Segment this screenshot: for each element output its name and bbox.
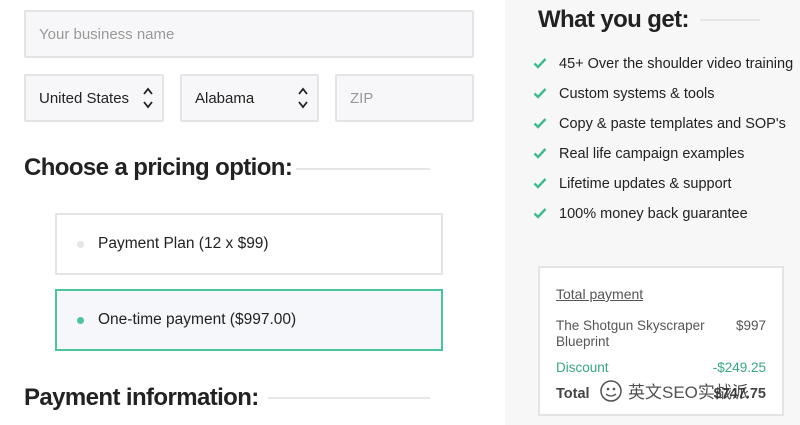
chevron-up-down-icon xyxy=(298,87,308,109)
check-icon xyxy=(533,58,547,69)
zip-input[interactable]: ZIP xyxy=(335,74,474,122)
summary-product-row: The Shotgun Skyscraper Blueprint $997 xyxy=(556,318,766,350)
benefit-item: Copy & paste templates and SOP's xyxy=(533,116,798,133)
business-name-placeholder: Your business name xyxy=(39,25,175,43)
benefit-text: Real life campaign examples xyxy=(559,146,745,162)
heading-divider xyxy=(700,19,760,21)
benefit-item: 45+ Over the shoulder video training xyxy=(533,56,798,73)
watermark: 英文SEO实战派 xyxy=(600,378,749,403)
summary-discount-row: Discount -$249.25 xyxy=(556,360,766,376)
pricing-option-one-time[interactable]: One-time payment ($997.00) xyxy=(55,289,443,351)
check-icon xyxy=(533,178,547,189)
radio-dot-selected xyxy=(77,316,84,324)
discount-label: Discount xyxy=(556,360,609,375)
pricing-heading: Choose a pricing option: xyxy=(24,154,293,181)
country-select[interactable]: United States xyxy=(24,74,164,122)
benefits-heading: What you get: xyxy=(538,6,689,33)
pricing-option-label: One-time payment ($997.00) xyxy=(98,311,297,328)
benefit-text: Custom systems & tools xyxy=(559,86,715,102)
heading-divider xyxy=(296,168,430,170)
state-select[interactable]: Alabama xyxy=(180,74,319,122)
benefits-list: 45+ Over the shoulder video training Cus… xyxy=(533,56,798,223)
radio-dot xyxy=(77,240,84,248)
benefit-text: 100% money back guarantee xyxy=(559,206,748,222)
zip-placeholder: ZIP xyxy=(350,89,374,107)
payment-info-heading: Payment information: xyxy=(24,384,259,411)
check-icon xyxy=(533,118,547,129)
benefit-text: 45+ Over the shoulder video training xyxy=(559,56,794,72)
state-value: Alabama xyxy=(195,89,255,107)
product-amount: $997 xyxy=(735,318,766,333)
check-icon xyxy=(533,88,547,99)
benefit-text: Copy & paste templates and SOP's xyxy=(559,116,786,132)
chevron-up-down-icon xyxy=(143,87,153,109)
heading-divider xyxy=(268,397,430,399)
benefit-item: Real life campaign examples xyxy=(533,146,798,163)
summary-title: Total payment xyxy=(556,286,644,302)
wechat-logo-icon xyxy=(600,379,622,402)
benefit-item: Custom systems & tools xyxy=(533,86,798,103)
pricing-option-label: Payment Plan (12 x $99) xyxy=(98,235,269,252)
product-label: The Shotgun Skyscraper Blueprint xyxy=(556,318,705,349)
country-value: United States xyxy=(39,89,130,107)
discount-amount: -$249.25 xyxy=(712,360,766,375)
check-icon xyxy=(533,208,547,219)
benefit-text: Lifetime updates & support xyxy=(559,176,732,192)
benefit-item: 100% money back guarantee xyxy=(533,206,798,223)
pricing-option-payment-plan[interactable]: Payment Plan (12 x $99) xyxy=(55,213,443,275)
benefit-item: Lifetime updates & support xyxy=(533,176,798,193)
business-name-input[interactable]: Your business name xyxy=(24,10,474,58)
check-icon xyxy=(533,148,547,159)
watermark-text: 英文SEO实战派 xyxy=(628,383,749,402)
